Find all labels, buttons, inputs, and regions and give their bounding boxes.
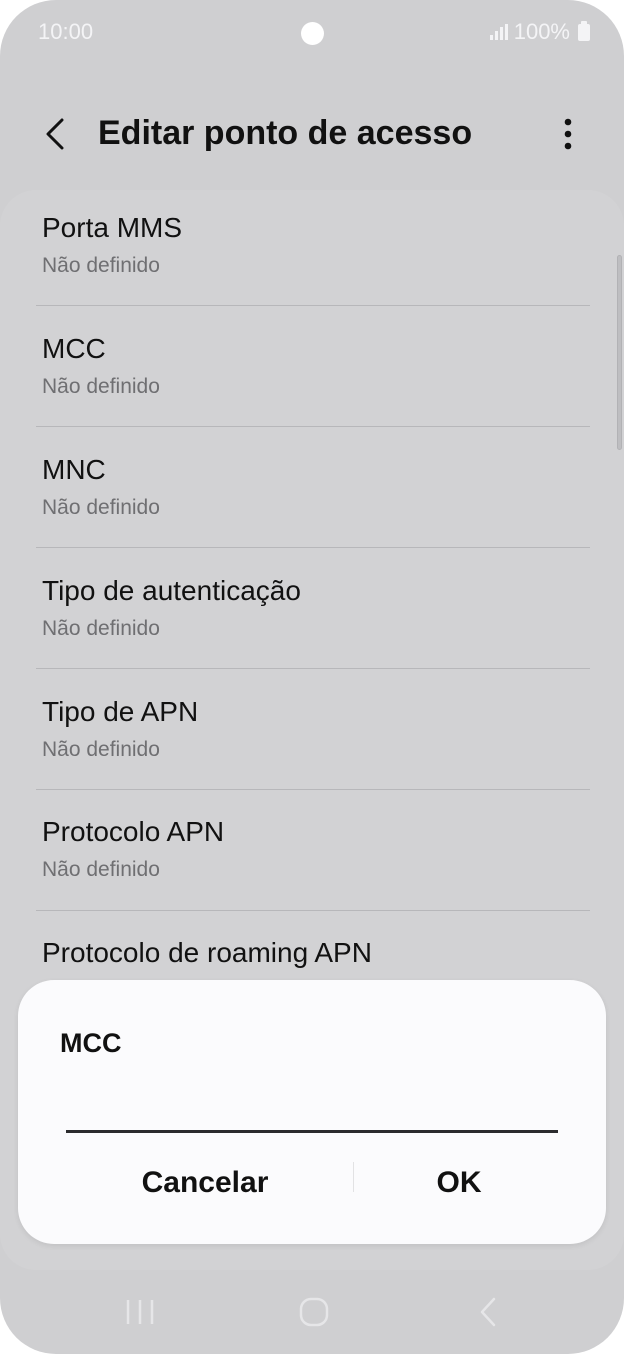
battery-icon xyxy=(578,20,590,41)
setting-label: Tipo de APN xyxy=(42,696,199,727)
back-button[interactable] xyxy=(36,112,80,156)
cancel-button[interactable]: Cancelar xyxy=(80,1152,330,1212)
scrollbar[interactable] xyxy=(617,255,622,450)
divider xyxy=(36,305,590,306)
battery-percent: 100% xyxy=(513,19,570,44)
status-time: 10:00 xyxy=(38,19,94,44)
app-header: Editar ponto de acesso xyxy=(0,96,624,176)
setting-row-mcc[interactable]: MCC Não definido xyxy=(36,325,590,445)
recent-apps-button[interactable] xyxy=(110,1286,170,1338)
setting-value: Não definido xyxy=(42,496,160,519)
setting-value: Não definido xyxy=(42,375,160,398)
setting-row-tipo-apn[interactable]: Tipo de APN Não definido xyxy=(36,688,590,808)
ok-button[interactable]: OK xyxy=(334,1152,584,1212)
nav-back-button[interactable] xyxy=(458,1286,518,1338)
setting-row-tipo-autenticacao[interactable]: Tipo de autenticação Não definido xyxy=(36,567,590,687)
setting-label: MCC xyxy=(42,333,106,364)
divider xyxy=(36,547,590,548)
home-button[interactable] xyxy=(284,1286,344,1338)
setting-row-porta-mms[interactable]: Porta MMS Não definido xyxy=(36,204,590,324)
divider xyxy=(36,426,590,427)
divider xyxy=(36,789,590,790)
setting-label: Protocolo de roaming APN xyxy=(42,937,372,968)
more-vert-icon xyxy=(564,118,572,150)
setting-label: Tipo de autenticação xyxy=(42,575,301,606)
divider xyxy=(36,910,590,911)
home-icon xyxy=(299,1297,329,1327)
more-options-button[interactable] xyxy=(548,112,588,156)
setting-label: MNC xyxy=(42,454,106,485)
setting-label: Protocolo APN xyxy=(42,816,225,847)
recent-apps-icon xyxy=(126,1300,154,1324)
page-title: Editar ponto de acesso xyxy=(98,114,473,152)
dialog-title: MCC xyxy=(60,1028,122,1058)
chevron-left-icon xyxy=(46,118,64,150)
setting-value: Não definido xyxy=(42,254,160,277)
phone-screen: 10:00 100% Editar ponto de acesso Porta xyxy=(0,0,624,1354)
status-bar: 10:00 100% xyxy=(0,0,624,66)
signal-icon xyxy=(489,24,508,40)
divider xyxy=(36,668,590,669)
mcc-dialog: MCC Cancelar OK xyxy=(18,980,606,1244)
mcc-input[interactable] xyxy=(66,1080,558,1133)
setting-value: Não definido xyxy=(42,617,160,640)
status-right: 100% xyxy=(489,19,590,45)
setting-value: Não definido xyxy=(42,858,160,881)
camera-dot-icon xyxy=(301,22,324,45)
setting-value: Não definido xyxy=(42,738,160,761)
setting-row-mnc[interactable]: MNC Não definido xyxy=(36,446,590,566)
navigation-bar xyxy=(0,1272,624,1354)
setting-row-protocolo-apn[interactable]: Protocolo APN Não definido xyxy=(36,808,590,928)
back-icon xyxy=(480,1297,496,1327)
setting-label: Porta MMS xyxy=(42,212,183,243)
